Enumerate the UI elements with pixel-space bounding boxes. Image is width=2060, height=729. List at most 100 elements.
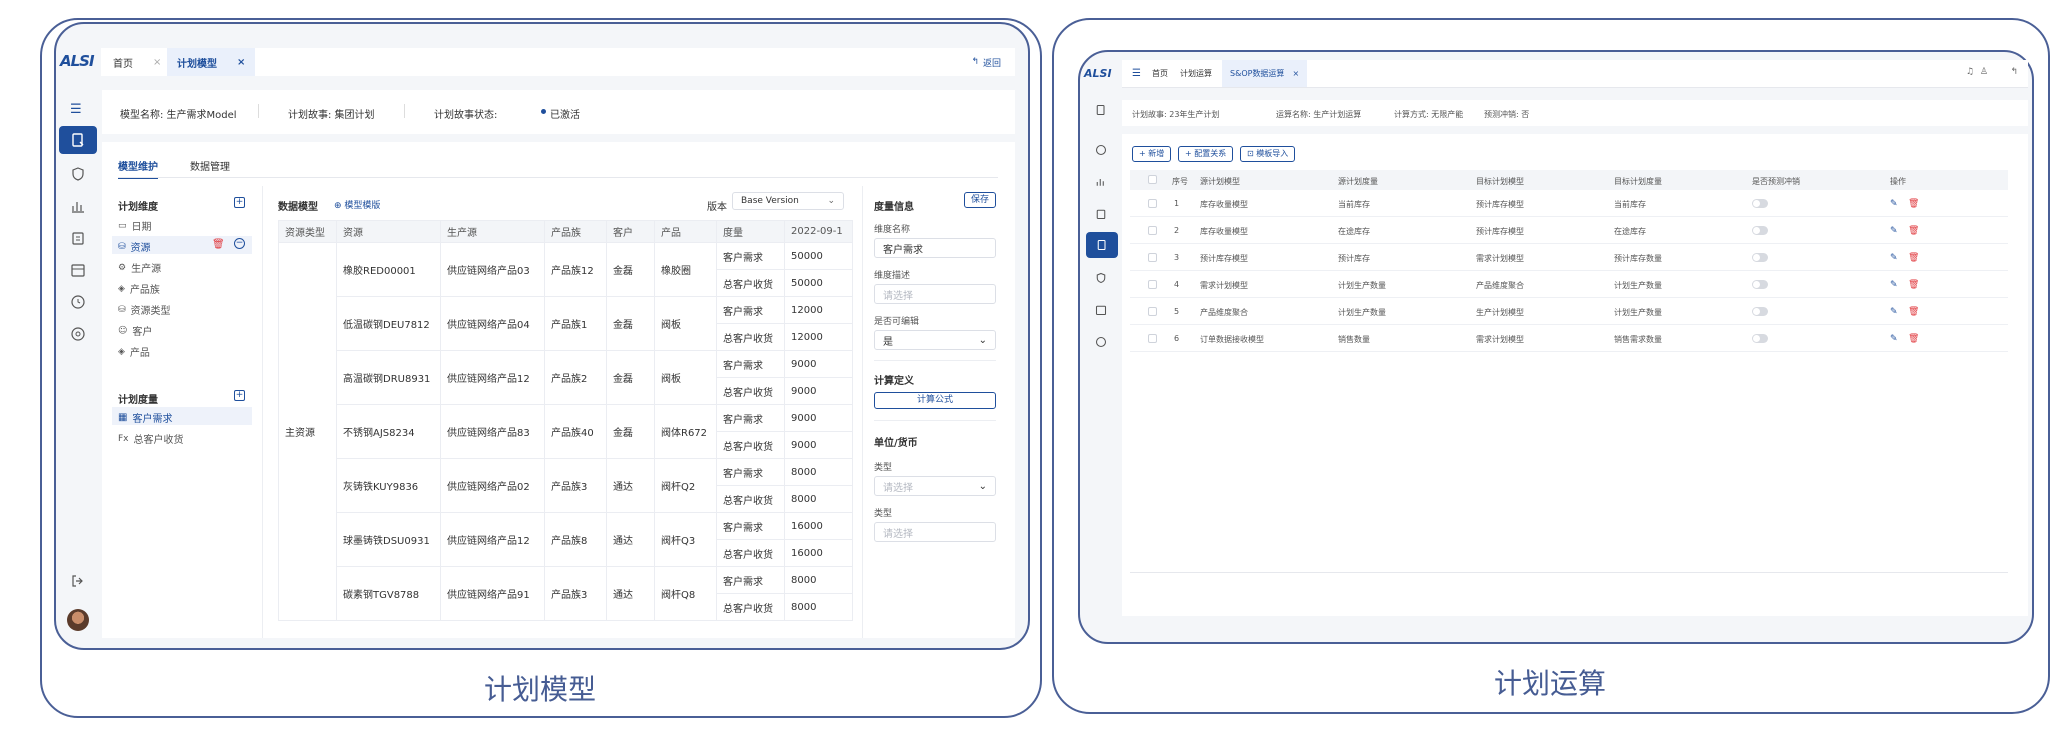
shield-icon[interactable] [1095,272,1107,284]
table-cell: 碳素钢TGV8788 [336,566,441,621]
calendar-icon[interactable] [1095,304,1107,316]
value-cell[interactable]: 12000 [784,323,853,351]
dimension-item[interactable]: ▭ 日期 [118,218,152,234]
measure-item[interactable]: Fx 总客户收货 [118,431,184,447]
calendar-icon[interactable] [70,262,86,278]
add-measure-icon[interactable]: + [234,390,245,401]
edit-icon[interactable]: ✎ [1890,253,1898,263]
shield-icon[interactable] [70,166,86,182]
dimension-item[interactable]: ⚙ 生产源 [118,260,161,276]
subtab-data[interactable]: 数据管理 [190,158,230,173]
forecast-toggle[interactable] [1752,334,1768,343]
value-cell[interactable]: 8000 [784,485,853,513]
close-icon[interactable]: × [153,57,161,68]
user-icon[interactable]: ♙ [1980,67,1988,77]
row-checkbox[interactable] [1148,226,1157,235]
delete-icon[interactable]: 🗑 [1908,253,1919,263]
tab-plan-calc[interactable]: 计划运算 [1180,60,1212,87]
config-relation-button[interactable]: + 配置关系 [1178,146,1234,162]
menu-icon[interactable]: ☰ [1132,68,1141,79]
value-cell[interactable]: 50000 [784,242,853,270]
row-checkbox[interactable] [1148,307,1157,316]
nav-item-calc[interactable] [1086,232,1118,258]
close-icon[interactable]: × [237,57,245,68]
document-icon[interactable] [1095,104,1107,116]
version-select[interactable]: Base Version ⌄ [732,192,844,210]
value-cell[interactable]: 8000 [784,593,853,621]
delete-icon[interactable]: 🗑 [1908,280,1919,290]
edit-icon[interactable]: ✎ [1890,307,1898,317]
edit-icon[interactable]: ✎ [1890,199,1898,209]
add-dimension-icon[interactable]: + [234,197,245,208]
save-button[interactable]: 保存 [964,192,996,208]
value-cell[interactable]: 9000 [784,431,853,459]
delete-icon[interactable]: 🗑 [1908,199,1919,209]
delete-icon[interactable]: 🗑 [1908,334,1919,344]
dimension-item[interactable]: ☺ 客户 [118,323,152,339]
value-cell[interactable]: 9000 [784,377,853,405]
remove-icon[interactable]: − [234,238,245,249]
value-cell[interactable]: 9000 [784,350,853,378]
add-button[interactable]: + 新增 [1132,146,1172,162]
table-cell: 计划生产数量 [1614,281,1662,290]
logout-icon[interactable] [70,573,86,589]
delete-icon[interactable]: 🗑 [1908,226,1919,236]
dimension-item[interactable]: ◈ 产品族 [118,281,160,297]
row-checkbox[interactable] [1148,334,1157,343]
subtab-maintain[interactable]: 模型维护 [118,158,158,179]
back-icon[interactable]: ↰ [2010,67,2018,77]
type2-field[interactable]: 请选择 [874,522,996,542]
value-cell[interactable]: 16000 [784,539,853,567]
avatar[interactable] [67,609,89,631]
name-field[interactable]: 客户需求 [874,238,996,258]
value-cell[interactable]: 8000 [784,458,853,486]
back-button[interactable]: ↰ 返回 [971,48,1001,76]
editable-select[interactable]: 是 ⌄ [874,330,996,350]
dimension-item[interactable]: ⛁ 资源 [118,239,151,255]
measure-item[interactable]: ▦ 客户需求 [118,410,172,425]
edit-icon[interactable]: ✎ [1890,334,1898,344]
clipboard-icon[interactable] [70,230,86,246]
tab-home[interactable]: 首页 × [113,48,161,76]
clock-icon[interactable] [70,294,86,310]
value-cell[interactable]: 50000 [784,269,853,297]
value-cell[interactable]: 9000 [784,404,853,432]
clock-icon[interactable] [1095,336,1107,348]
delete-icon[interactable]: 🗑 [1908,307,1919,317]
import-template-button[interactable]: ⊡ 模板导入 [1240,146,1296,162]
value-cell[interactable]: 8000 [784,566,853,594]
row-checkbox[interactable] [1148,199,1157,208]
target-icon[interactable] [1095,144,1107,156]
desc-field[interactable]: 请选择 [874,284,996,304]
bell-icon[interactable]: ♫ [1966,67,1974,77]
forecast-toggle[interactable] [1752,280,1768,289]
forecast-toggle[interactable] [1752,199,1768,208]
tab-home[interactable]: 首页 [1152,60,1168,87]
row-checkbox[interactable] [1148,280,1157,289]
edit-icon[interactable]: ✎ [1890,226,1898,236]
delete-icon[interactable]: 🗑 [212,239,225,250]
close-icon[interactable]: × [1292,69,1299,78]
chart-icon[interactable] [70,198,86,214]
type-select[interactable]: 请选择 ⌄ [874,476,996,496]
value-cell[interactable]: 12000 [784,296,853,324]
dimension-item[interactable]: ◈ 产品 [118,344,150,360]
row-checkbox[interactable] [1148,253,1157,262]
tab-plan-model[interactable]: 计划模型 × [167,48,256,76]
table-cell: 当前库存 [1614,200,1646,209]
target-icon[interactable] [70,326,86,342]
clipboard-icon[interactable] [1095,208,1107,220]
chart-icon[interactable] [1095,176,1107,188]
edit-icon[interactable]: ✎ [1890,280,1898,290]
template-link[interactable]: ⊕ 模型模版 [334,198,380,211]
tab-sop-calc[interactable]: S&OP数据运算 × [1222,60,1308,87]
select-all-checkbox[interactable] [1148,175,1157,184]
calc-formula-button[interactable]: 计算公式 [874,392,996,409]
dimension-item[interactable]: ⛁ 资源类型 [118,302,171,318]
menu-icon[interactable]: ☰ [70,102,86,118]
nav-item-model[interactable] [59,126,97,154]
forecast-toggle[interactable] [1752,226,1768,235]
value-cell[interactable]: 16000 [784,512,853,540]
forecast-toggle[interactable] [1752,307,1768,316]
forecast-toggle[interactable] [1752,253,1768,262]
